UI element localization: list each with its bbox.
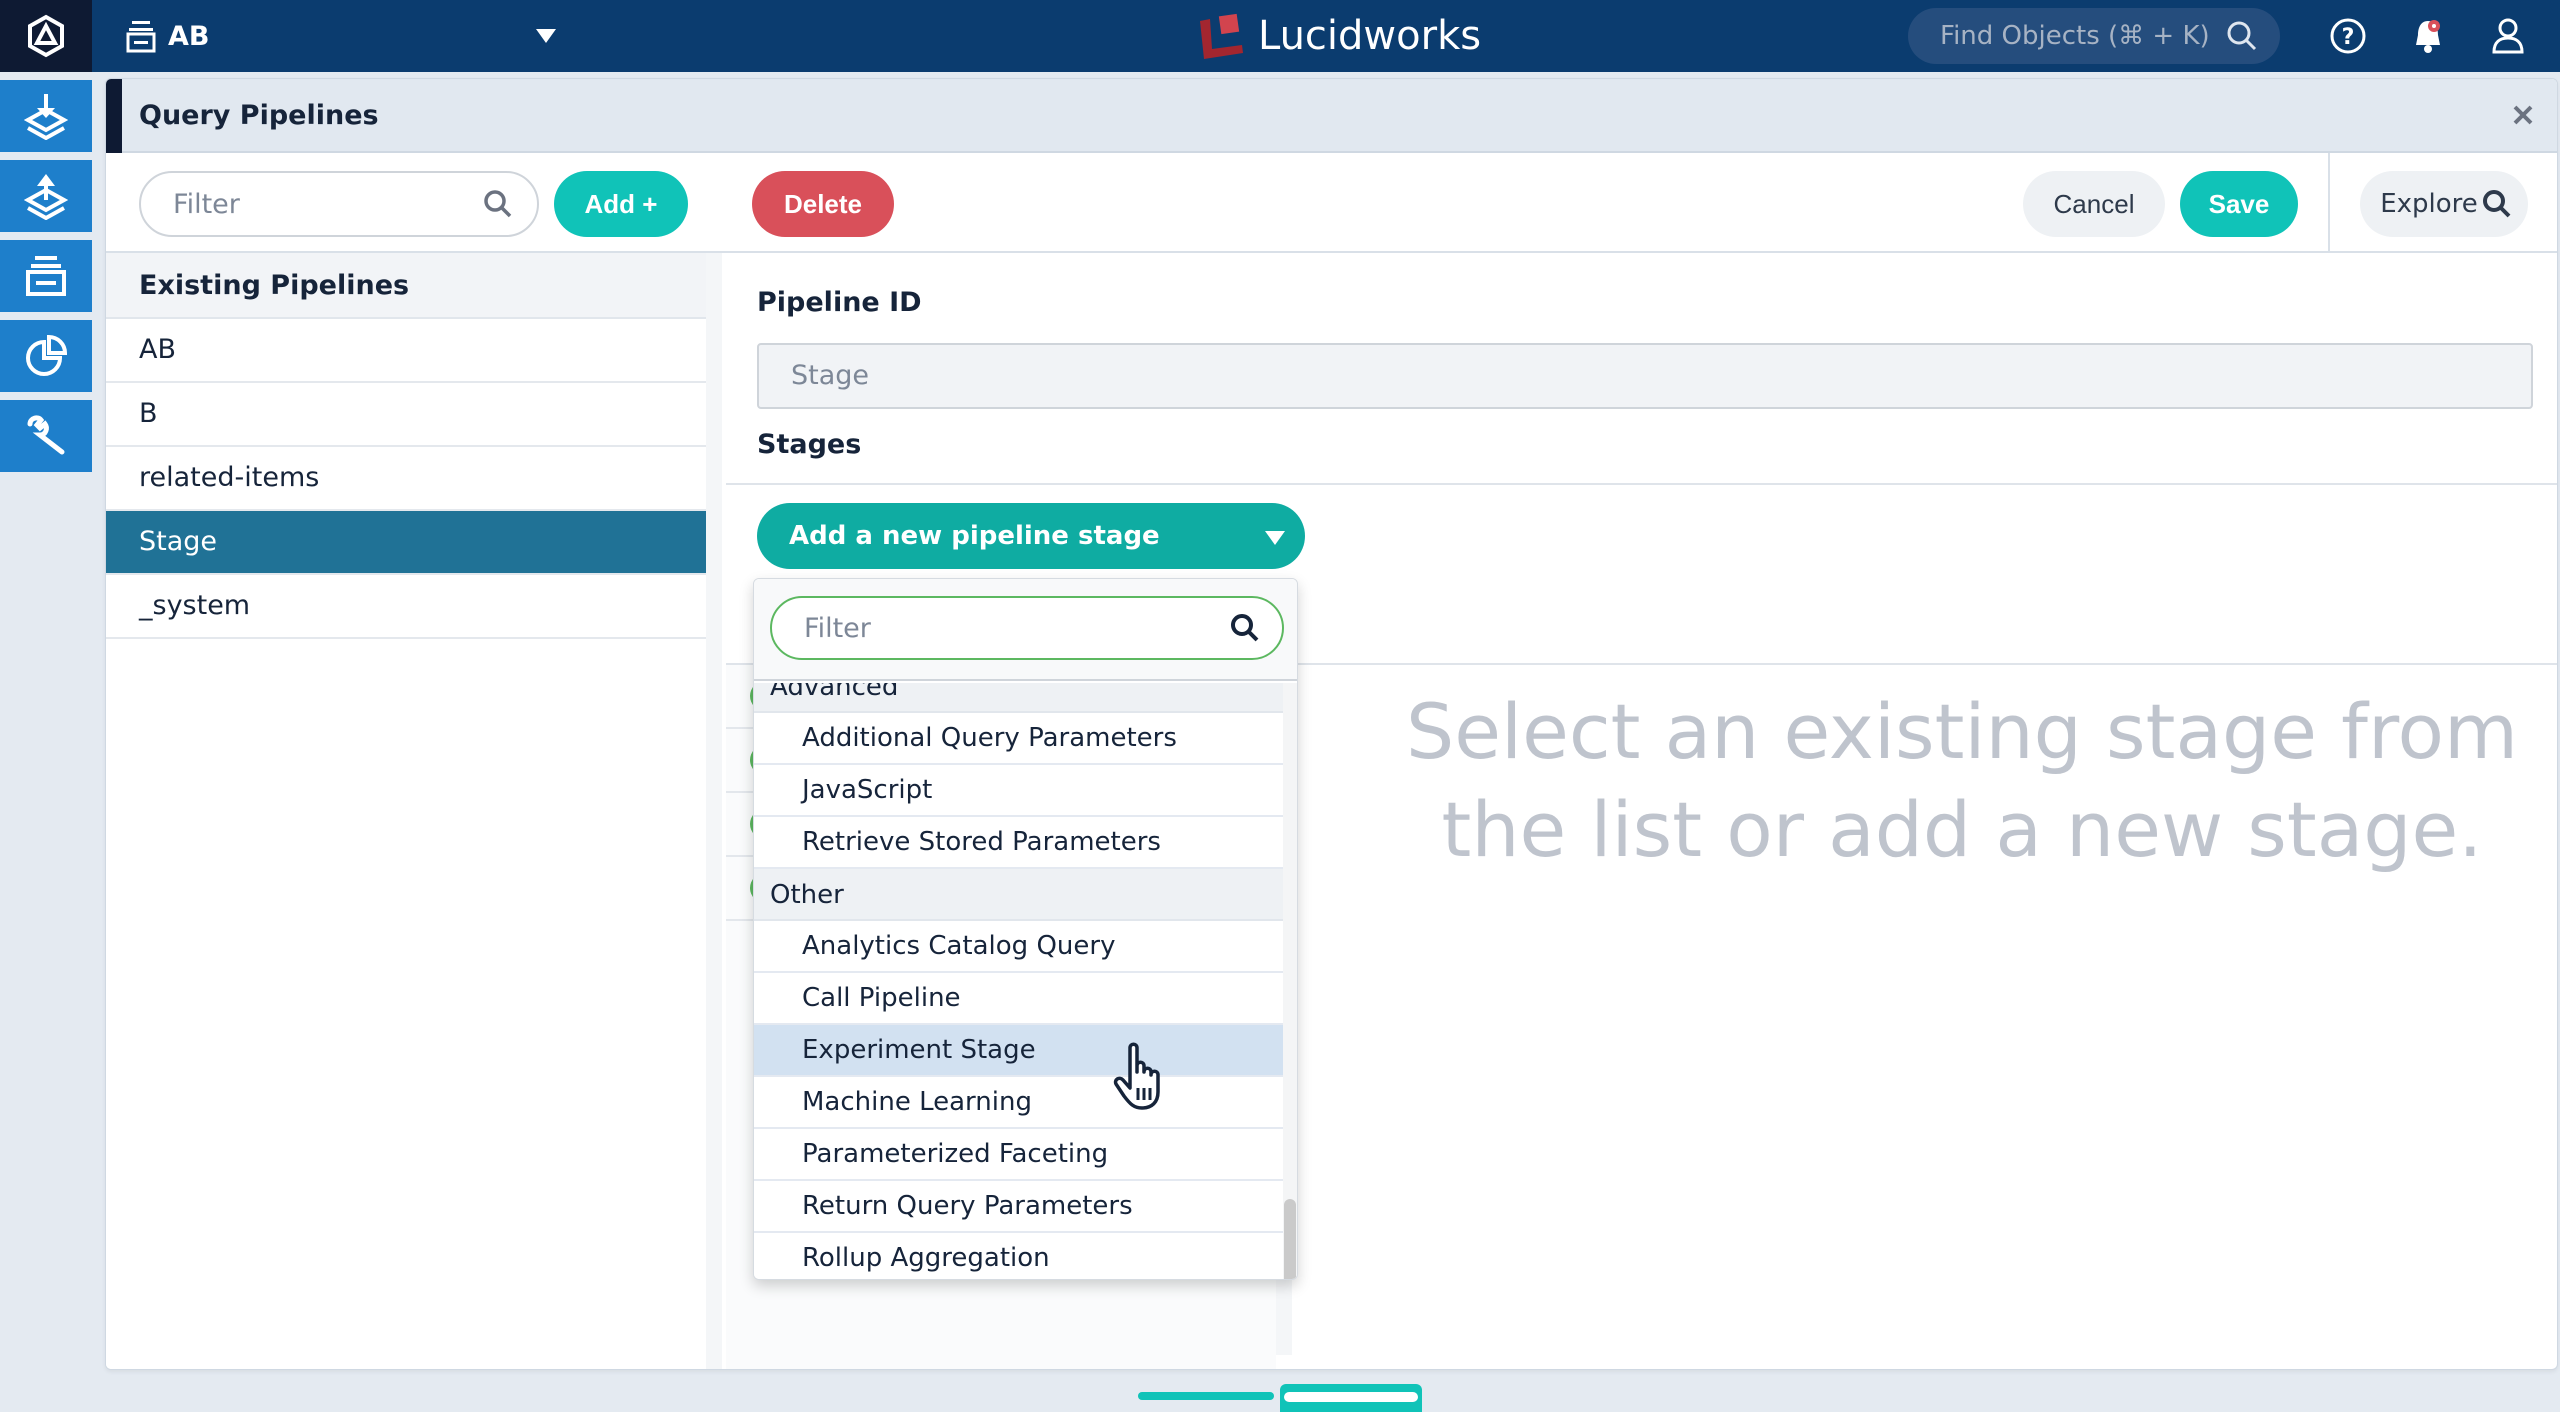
stage-type-option[interactable]: Additional Query Parameters <box>754 713 1285 765</box>
lucidworks-logo-icon <box>1198 13 1244 59</box>
stage-type-option[interactable]: Return Query Parameters <box>754 1181 1285 1233</box>
svg-text:?: ? <box>2342 25 2355 50</box>
pipeline-filter-input[interactable]: Filter <box>139 171 539 237</box>
app-selector[interactable]: AB <box>126 0 556 72</box>
bell-icon <box>2416 20 2440 53</box>
dropdown-scrollbar-thumb[interactable] <box>1284 1199 1296 1279</box>
pipeline-id-input[interactable]: Stage <box>757 343 2533 409</box>
search-icon <box>2482 190 2511 218</box>
brand: Lucidworks <box>1198 0 1481 72</box>
stage-type-option-hovered[interactable]: Experiment Stage <box>754 1025 1285 1077</box>
pipeline-item[interactable]: _system <box>106 575 706 639</box>
analytics-icon <box>26 334 68 376</box>
page-indicator-1[interactable] <box>1138 1392 1274 1400</box>
page-indicator-inner <box>1284 1392 1418 1402</box>
toolbar: Filter Add + Delete Cancel Save Explore <box>106 153 2557 253</box>
pipeline-item[interactable]: related-items <box>106 447 706 511</box>
divider <box>726 483 2557 485</box>
stage-type-option[interactable]: Retrieve Stored Parameters <box>754 817 1285 869</box>
toolbar-divider <box>2328 153 2330 253</box>
pipeline-item[interactable]: AB <box>106 319 706 383</box>
app-name: AB <box>168 20 210 52</box>
add-pipeline-button[interactable]: Add + <box>554 171 688 237</box>
stage-group-header: Other <box>754 869 1285 921</box>
existing-pipelines-list: Existing Pipelines AB B related-items St… <box>106 253 706 1369</box>
pipeline-item-selected[interactable]: Stage <box>106 511 706 575</box>
rail-item-collections[interactable] <box>0 240 92 312</box>
top-nav: AB Lucidworks Find Objects (⌘ + K) ? <box>0 0 2560 72</box>
rail-item-indexing[interactable] <box>0 80 92 152</box>
help-button[interactable]: ? <box>2328 16 2368 56</box>
stage-type-option[interactable]: Analytics Catalog Query <box>754 921 1285 973</box>
stage-type-option[interactable]: JavaScript <box>754 765 1285 817</box>
add-pipeline-stage-dropdown[interactable]: Add a new pipeline stage <box>757 503 1305 569</box>
stage-type-option[interactable]: Call Pipeline <box>754 973 1285 1025</box>
add-pipeline-stage-label: Add a new pipeline stage <box>789 521 1160 551</box>
notifications-button[interactable] <box>2408 16 2448 56</box>
rail-item-querying[interactable] <box>0 160 92 232</box>
explore-button[interactable]: Explore <box>2360 171 2528 237</box>
empty-stage-message: Select an existing stage from the list o… <box>1405 687 2519 874</box>
stage-group-name: Advanced <box>770 683 899 702</box>
brand-name: Lucidworks <box>1258 13 1482 59</box>
panel-accent-bar <box>106 79 122 153</box>
find-objects-placeholder: Find Objects (⌘ + K) <box>1940 21 2210 51</box>
search-icon <box>2227 21 2257 51</box>
list-divider <box>706 253 722 1369</box>
close-icon <box>2513 105 2533 125</box>
rail-item-system[interactable] <box>0 400 92 472</box>
pipeline-id-label: Pipeline ID <box>757 287 922 318</box>
cancel-button[interactable]: Cancel <box>2023 171 2165 237</box>
stage-type-option[interactable]: Rollup Aggregation <box>754 1233 1285 1279</box>
search-icon <box>1231 614 1259 642</box>
find-objects-input[interactable]: Find Objects (⌘ + K) <box>1908 8 2280 64</box>
user-icon <box>2492 18 2524 54</box>
panel-header: Query Pipelines <box>106 79 2557 153</box>
user-menu-button[interactable] <box>2488 16 2528 56</box>
collections-icon <box>26 256 66 296</box>
pipeline-filter-placeholder: Filter <box>173 188 240 220</box>
stage-type-option[interactable]: Machine Learning <box>754 1077 1285 1129</box>
stage-type-list: Advanced Additional Query Parameters Jav… <box>754 683 1285 1279</box>
stage-group-header: Advanced <box>754 683 1285 713</box>
pipeline-item[interactable]: B <box>106 383 706 447</box>
stage-type-option[interactable]: Parameterized Faceting <box>754 1129 1285 1181</box>
dropdown-scrollbar[interactable] <box>1283 683 1297 1279</box>
save-button[interactable]: Save <box>2180 171 2298 237</box>
query-pipeline-icon <box>24 174 68 220</box>
app-icon <box>126 19 156 53</box>
fusion-logo-icon <box>28 14 64 58</box>
help-icon: ? <box>2330 18 2366 54</box>
system-wrench-icon <box>27 415 65 455</box>
chevron-down-icon <box>1265 531 1285 545</box>
stage-filter-placeholder: Filter <box>804 612 871 644</box>
delete-pipeline-button[interactable]: Delete <box>752 171 894 237</box>
page-indicator-2-active[interactable] <box>1280 1384 1422 1412</box>
search-icon <box>484 190 512 218</box>
dropdown-filter-area: Filter <box>754 579 1297 681</box>
stage-filter-input[interactable]: Filter <box>770 596 1284 660</box>
chevron-down-icon <box>536 29 556 43</box>
rail-item-analytics[interactable] <box>0 320 92 392</box>
panel-title: Query Pipelines <box>139 100 379 131</box>
hand-cursor-icon <box>1112 1042 1174 1116</box>
fusion-logo-button[interactable] <box>0 0 92 72</box>
existing-pipelines-header: Existing Pipelines <box>106 253 706 319</box>
index-ingest-icon <box>24 94 68 140</box>
query-pipelines-panel: Query Pipelines Filter Add + Delete Canc… <box>105 78 2558 1370</box>
stages-label: Stages <box>757 429 862 460</box>
stage-type-dropdown-menu: Filter Advanced Additional Query Paramet… <box>753 578 1298 1280</box>
close-panel-button[interactable] <box>2505 97 2541 133</box>
explore-label: Explore <box>2380 189 2478 219</box>
